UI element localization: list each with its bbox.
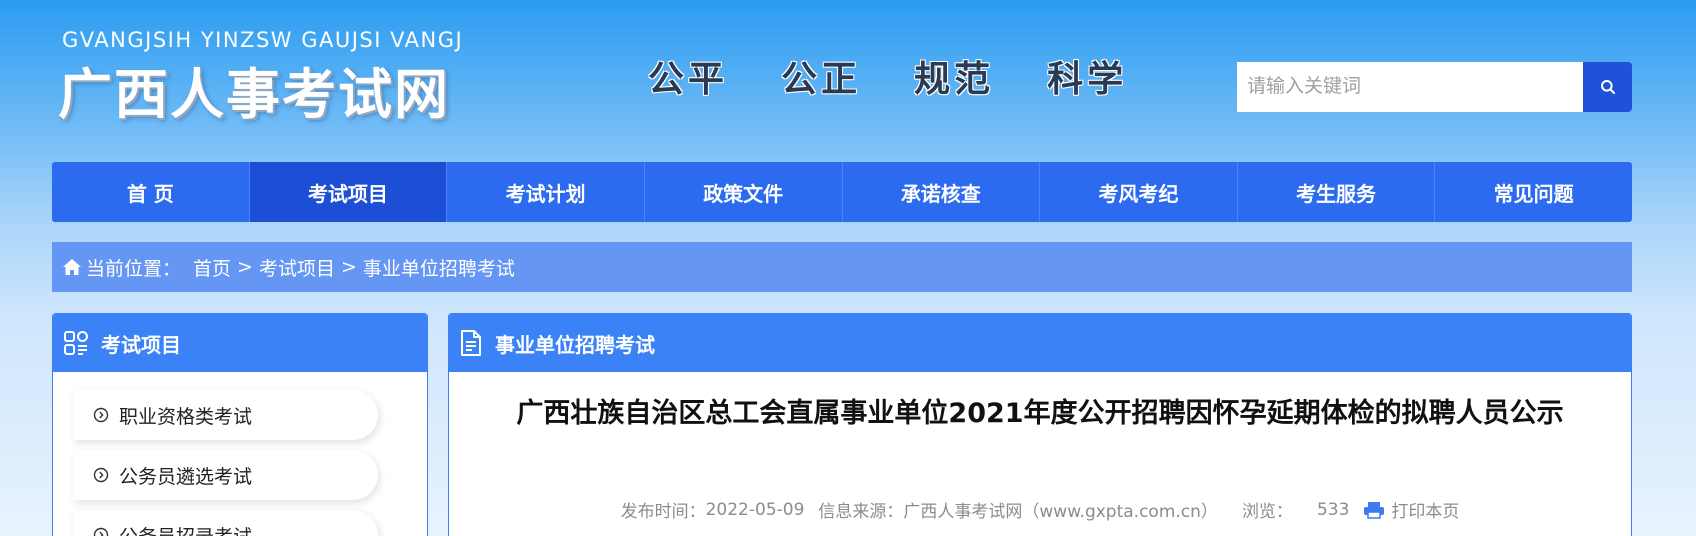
breadcrumb-home-link[interactable]: 首页 [193,254,231,281]
print-label: 打印本页 [1391,502,1460,522]
nav-exam-plan[interactable]: 考试计划 [447,162,645,222]
nav-policy-docs[interactable]: 政策文件 [645,162,843,222]
search-input[interactable] [1237,62,1583,112]
slogan: 公平 公正 规范 科学 [648,59,1128,100]
sidebar-item-professional-qualification[interactable]: 职业资格类考试 [73,390,378,440]
chevron-right-circle-icon [93,407,109,423]
search-icon [1600,80,1615,95]
sidebar-header: 考试项目 [53,314,427,372]
source-value: 广西人事考试网（www.gxpta.com.cn） [903,502,1218,522]
source-label: 信息来源： [818,502,904,522]
nav-home[interactable]: 首 页 [52,162,250,222]
nav-exam-projects[interactable]: 考试项目 [249,162,448,222]
printer-icon [1363,501,1385,519]
breadcrumb-current[interactable]: 事业单位招聘考试 [363,254,515,281]
nav-exam-discipline[interactable]: 考风考纪 [1040,162,1238,222]
sidebar-item-civil-servant-recruitment[interactable]: 公务员招录考试 [73,510,378,536]
print-button[interactable]: 打印本页 [1363,497,1459,522]
grid-list-icon [63,330,89,356]
breadcrumb-separator: > [340,256,357,278]
chevron-right-circle-icon [93,467,109,483]
sidebar-list: 职业资格类考试 公务员遴选考试 公务员招录考试 [53,372,427,536]
nav-candidate-services[interactable]: 考生服务 [1238,162,1436,222]
nav-faq[interactable]: 常见问题 [1435,162,1632,222]
search-bar [1237,62,1632,112]
sidebar-title: 考试项目 [101,332,181,357]
publish-date: 2022-05-09 [705,499,805,520]
article-title: 广西壮族自治区总工会直属事业单位2021年度公开招聘因怀孕延期体检的拟聘人员公示 [516,398,1564,429]
nav-commitment-check[interactable]: 承诺核查 [843,162,1041,222]
sidebar-item-label: 公务员遴选考试 [119,465,253,488]
chevron-right-circle-icon [93,527,109,536]
main-nav: 首 页 考试项目 考试计划 政策文件 承诺核查 考风考纪 考生服务 常见问题 [52,162,1632,222]
sidebar: 考试项目 职业资格类考试 公务员遴选考试 公务员招录考试 [52,313,428,536]
sidebar-item-label: 公务员招录考试 [119,522,252,536]
sidebar-item-civil-servant-selection[interactable]: 公务员遴选考试 [73,450,378,500]
article-meta: 发布时间： 2022-05-09 信息来源： 广西人事考试网（www.gxpta… [449,497,1631,523]
search-button[interactable] [1583,62,1632,112]
home-icon [62,258,82,276]
publish-label: 发布时间： [620,502,706,522]
site-logo[interactable]: GVANGJSIH YINZSW GAUJSI VANGJ 广西人事考试网 [58,28,462,126]
logo-title: 广西人事考试网 [58,62,450,126]
logo-pinyin: GVANGJSIH YINZSW GAUJSI VANGJ [62,28,464,52]
views-label: 浏览： [1241,502,1293,522]
breadcrumb-separator: > [237,256,253,278]
views-count: 533 [1316,499,1350,520]
article-title-wrap: 广西壮族自治区总工会直属事业单位2021年度公开招聘因怀孕延期体检的拟聘人员公示 [449,372,1631,434]
main-panel: 事业单位招聘考试 广西壮族自治区总工会直属事业单位2021年度公开招聘因怀孕延期… [448,313,1632,536]
breadcrumb-prefix: 当前位置： [86,257,182,280]
breadcrumb: 当前位置： 首页 > 考试项目 > 事业单位招聘考试 [52,242,1632,292]
sidebar-item-label: 职业资格类考试 [119,405,253,428]
breadcrumb-exam-projects-link[interactable]: 考试项目 [259,254,335,281]
